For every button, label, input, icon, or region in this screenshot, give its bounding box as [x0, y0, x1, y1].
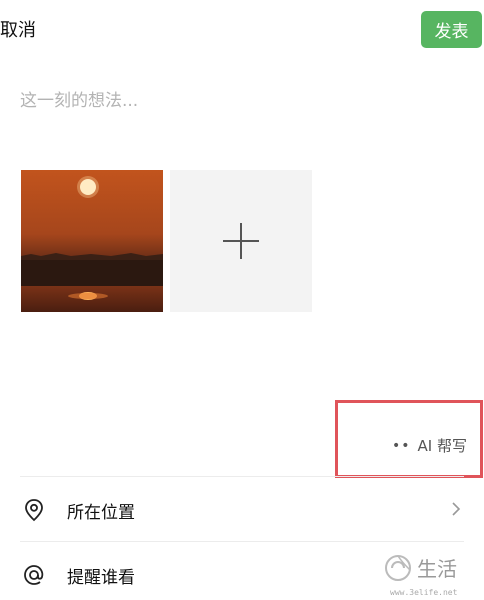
location-label: 所在位置: [67, 502, 135, 523]
selected-photo-thumbnail[interactable]: [21, 170, 163, 312]
remind-who-label: 提醒谁看: [67, 567, 135, 588]
location-pin-icon: [22, 498, 46, 522]
ai-write-label: AI 帮写: [417, 437, 467, 455]
chevron-right-icon: [451, 501, 461, 521]
sunset-photo: [21, 170, 163, 312]
add-photo-button[interactable]: [170, 170, 312, 312]
ai-write-button[interactable]: •• AI 帮写: [392, 435, 467, 456]
location-option[interactable]: 所在位置: [0, 479, 484, 541]
cancel-button[interactable]: 取消: [0, 16, 36, 42]
plus-icon: [223, 223, 259, 259]
divider: [20, 476, 464, 477]
moment-text-input[interactable]: [20, 86, 460, 116]
publish-button[interactable]: 发表: [421, 11, 482, 48]
remind-who-option[interactable]: 提醒谁看: [0, 544, 484, 600]
at-sign-icon: [22, 563, 46, 587]
divider: [20, 541, 464, 542]
ai-sparkle-icon: ••: [392, 437, 411, 454]
